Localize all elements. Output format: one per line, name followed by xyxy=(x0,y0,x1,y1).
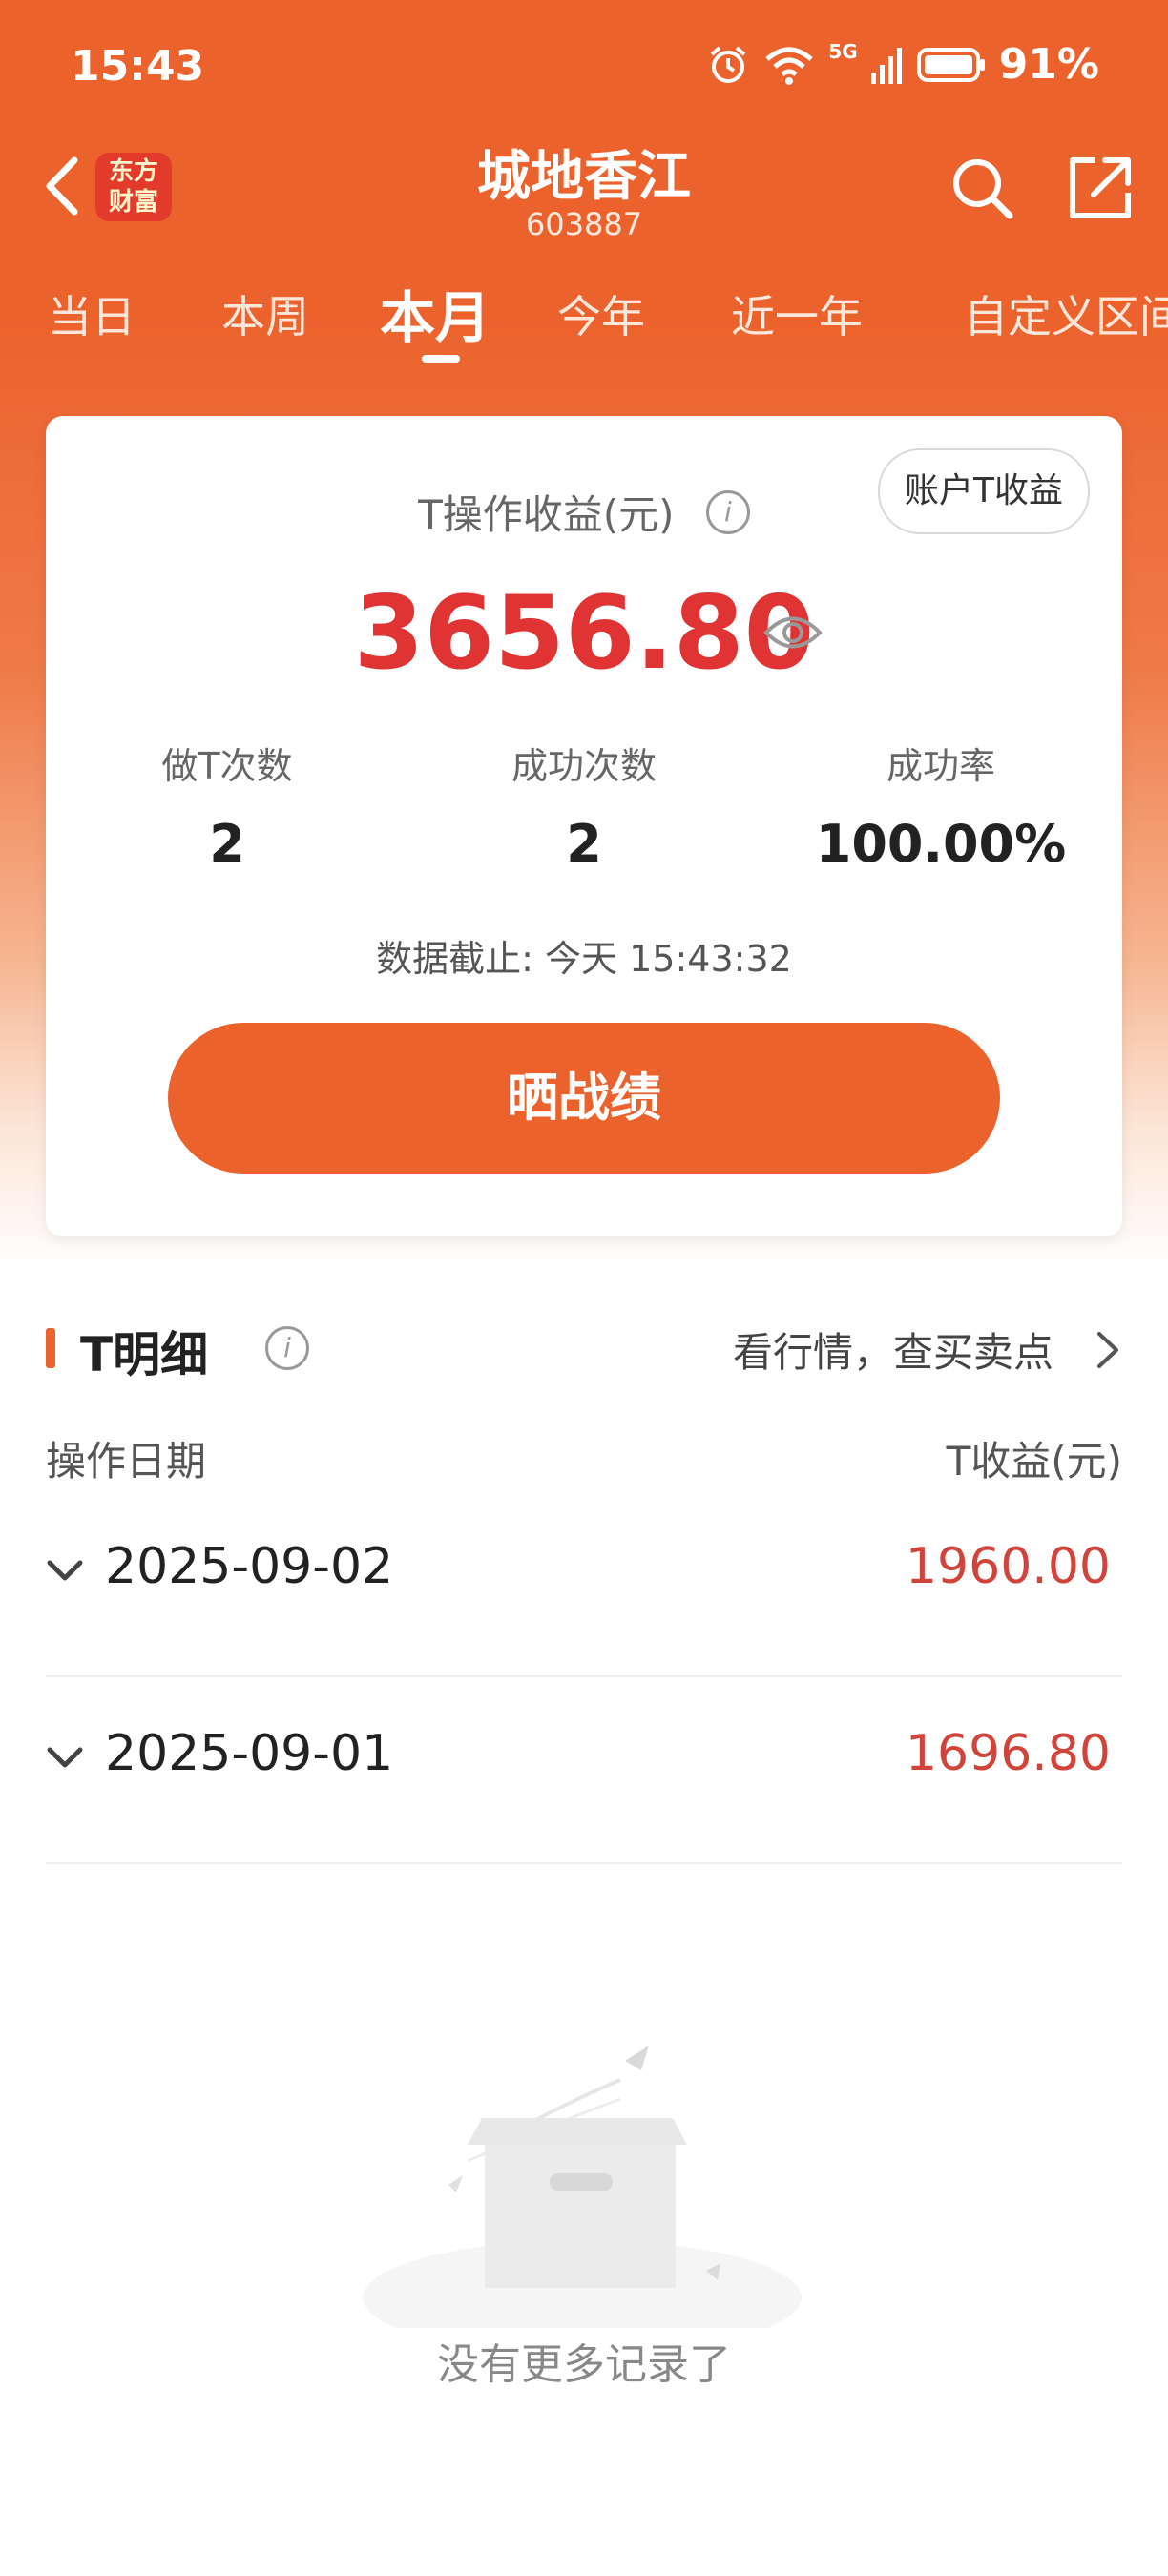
share-icon[interactable] xyxy=(1061,151,1137,227)
signal-icon xyxy=(870,47,902,84)
chevron-right-icon[interactable] xyxy=(1094,1328,1122,1372)
profit-label-row: T操作收益(元) i xyxy=(46,483,1122,541)
wifi-icon xyxy=(765,47,813,85)
status-time: 15:43 xyxy=(71,42,205,91)
detail-row[interactable]: 2025-09-02 1960.00 xyxy=(46,1488,1122,1677)
period-tabs: 当日 本周 本月 今年 近一年 自定义区间 xyxy=(0,282,1168,359)
active-tab-indicator xyxy=(422,355,460,363)
tab-this-week[interactable]: 本周 xyxy=(221,282,309,345)
stat-t-count: 做T次数 2 xyxy=(161,745,293,874)
status-icons: 5G 91% xyxy=(706,40,1099,89)
battery-icon xyxy=(916,47,985,82)
alarm-icon xyxy=(711,45,746,83)
stat-success-rate: 成功率 100.00% xyxy=(815,745,1067,874)
detail-info-icon[interactable]: i xyxy=(265,1326,309,1370)
profit-label: T操作收益(元) xyxy=(418,491,675,538)
status-bar: 15:43 5G 91% xyxy=(0,0,1168,134)
summary-card: 账户T收益 T操作收益(元) i 3656.80 做T次数 2 成功次数 2 成… xyxy=(46,416,1122,1236)
tab-this-year[interactable]: 今年 xyxy=(557,282,645,345)
stat-success-count: 成功次数 2 xyxy=(511,745,657,874)
chevron-down-icon[interactable] xyxy=(46,1557,84,1586)
no-more-records-text: 没有更多记录了 xyxy=(437,2340,731,2389)
market-link[interactable]: 看行情，查买卖点 xyxy=(733,1320,1053,1379)
row-date: 2025-09-01 xyxy=(105,1725,394,1782)
info-icon[interactable]: i xyxy=(705,489,750,534)
share-results-button[interactable]: 晒战绩 xyxy=(168,1023,1000,1174)
chevron-down-icon[interactable] xyxy=(46,1744,84,1773)
search-icon[interactable] xyxy=(945,151,1021,227)
profit-value: 3656.80 xyxy=(353,574,815,692)
battery-percent: 91% xyxy=(998,40,1099,89)
row-profit: 1960.00 xyxy=(905,1538,1111,1595)
eye-icon[interactable] xyxy=(763,609,823,656)
data-cutoff-time: 数据截止: 今天 15:43:32 xyxy=(376,938,792,980)
column-header-profit: T收益(元) xyxy=(946,1438,1122,1485)
row-profit: 1696.80 xyxy=(905,1725,1111,1782)
empty-box-illustration xyxy=(363,2046,802,2328)
network-type: 5G xyxy=(828,40,858,63)
tab-custom-range[interactable]: 自定义区间 xyxy=(964,282,1168,345)
column-header-date: 操作日期 xyxy=(46,1438,207,1485)
row-date: 2025-09-02 xyxy=(105,1538,394,1595)
tab-today[interactable]: 当日 xyxy=(48,282,136,345)
tab-last-year[interactable]: 近一年 xyxy=(731,282,863,345)
section-accent-bar xyxy=(46,1328,55,1368)
section-title: T明细 xyxy=(80,1327,209,1382)
detail-row[interactable]: 2025-09-01 1696.80 xyxy=(46,1675,1122,1864)
tab-this-month[interactable]: 本月 xyxy=(380,273,490,353)
